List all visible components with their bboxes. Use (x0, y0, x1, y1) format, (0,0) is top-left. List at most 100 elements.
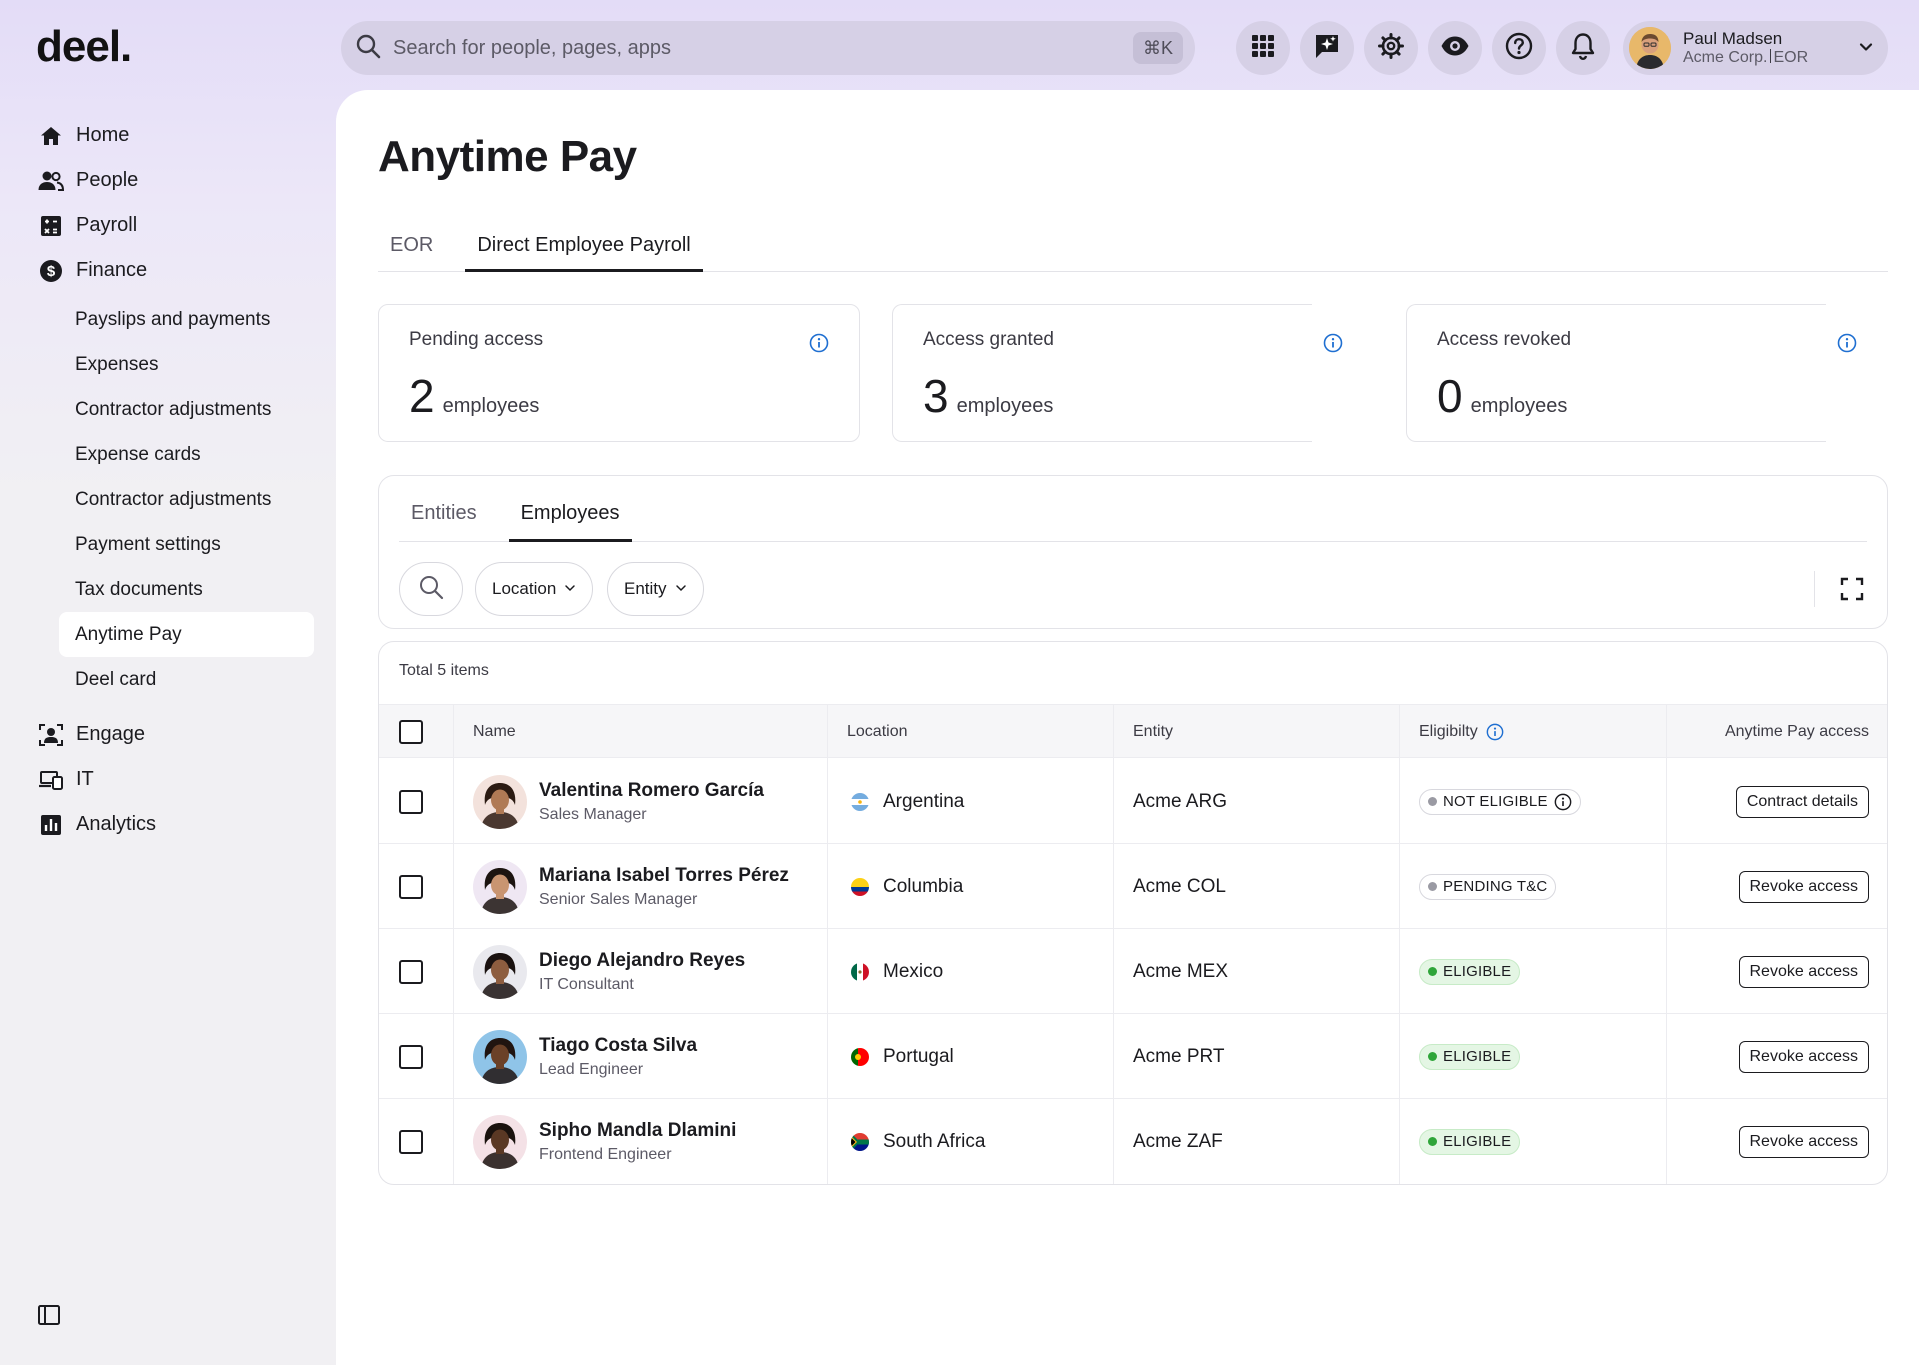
row-checkbox[interactable] (399, 1044, 423, 1069)
sidebar-sub-expenses[interactable]: Expenses (0, 342, 336, 387)
sidebar-item-label: Home (76, 124, 130, 146)
sidebar-item-label: Payroll (76, 214, 138, 236)
table-search-button[interactable] (399, 562, 463, 616)
status-badge: NOT ELIGIBLE (1419, 788, 1581, 815)
sidebar-sub-tax-documents[interactable]: Tax documents (0, 567, 336, 612)
bell-icon (1570, 32, 1596, 65)
preview-button[interactable] (1428, 21, 1482, 75)
location-filter[interactable]: Location (475, 562, 594, 616)
row-checkbox[interactable] (399, 959, 423, 984)
info-icon[interactable] (1486, 723, 1504, 741)
tab-eor[interactable]: EOR (378, 230, 445, 272)
revoke-access-button[interactable]: Revoke access (1738, 1126, 1869, 1158)
column-header-access[interactable]: Anytime Pay access (1725, 705, 1869, 759)
sidebar-sub-contractor-adjustments-2[interactable]: Contractor adjustments (0, 477, 336, 522)
location-cell: Portugal (851, 1014, 954, 1099)
employee-cell[interactable]: Sipho Mandla Dlamini Frontend Engineer (473, 1099, 736, 1184)
fullscreen-icon[interactable] (1839, 576, 1865, 602)
account-text: Paul Madsen Acme Corp. EOR (1683, 29, 1808, 67)
column-header-entity[interactable]: Entity (1133, 705, 1173, 759)
sidebar-sub-payment-settings[interactable]: Payment settings (0, 522, 336, 567)
table-row[interactable]: Diego Alejandro Reyes IT Consultant Mexi… (379, 929, 1887, 1014)
sidebar-item-analytics[interactable]: Analytics (0, 802, 336, 847)
row-checkbox[interactable] (399, 1129, 423, 1154)
avatar (473, 1029, 527, 1084)
employee-name[interactable]: Mariana Isabel Torres Pérez (539, 865, 789, 887)
location-cell: Columbia (851, 844, 963, 929)
sidebar-item-engage[interactable]: Engage (0, 712, 336, 757)
account-menu[interactable]: Paul Madsen Acme Corp. EOR (1623, 21, 1888, 75)
employee-role: IT Consultant (539, 975, 634, 993)
help-button[interactable] (1492, 21, 1546, 75)
stat-card-granted: Access granted 3 employees (892, 304, 1343, 442)
column-header-location[interactable]: Location (847, 705, 908, 759)
sidebar-item-home[interactable]: Home (0, 113, 336, 158)
page-title: Anytime Pay (378, 132, 637, 181)
info-icon[interactable] (1323, 333, 1343, 358)
people-icon (38, 168, 64, 194)
location-text: Columbia (883, 875, 964, 897)
employee-role: Lead Engineer (539, 1060, 644, 1078)
global-search-input[interactable]: Search for people, pages, apps ⌘K (341, 21, 1195, 75)
contract-details-button[interactable]: Contract details (1735, 786, 1869, 818)
sidebar-item-finance[interactable]: $ Finance (0, 248, 336, 293)
column-header-name[interactable]: Name (473, 705, 516, 759)
employee-name[interactable]: Diego Alejandro Reyes (539, 950, 745, 972)
apps-grid-button[interactable] (1236, 21, 1290, 75)
country-flag-icon (851, 1132, 869, 1151)
sidebar-sub-deel-card[interactable]: Deel card (0, 657, 336, 702)
employee-cell[interactable]: Tiago Costa Silva Lead Engineer (473, 1014, 697, 1099)
table-row[interactable]: Valentina Romero García Sales Manager Ar… (379, 759, 1887, 844)
user-org: Acme Corp. EOR (1683, 48, 1808, 67)
notifications-button[interactable] (1556, 21, 1610, 75)
location-text: Argentina (883, 790, 965, 812)
tab-entities[interactable]: Entities (399, 498, 489, 542)
info-icon[interactable] (1554, 793, 1572, 811)
status-badge: ELIGIBLE (1419, 1128, 1521, 1155)
employee-name[interactable]: Tiago Costa Silva (539, 1035, 697, 1057)
column-header-eligibility[interactable]: Eligibilty (1419, 705, 1504, 759)
employee-name[interactable]: Sipho Mandla Dlamini (539, 1120, 736, 1142)
info-icon[interactable] (809, 333, 829, 358)
table-row[interactable]: Mariana Isabel Torres Pérez Senior Sales… (379, 844, 1887, 929)
revoke-access-button[interactable]: Revoke access (1738, 871, 1869, 903)
filter-panel: Entities Employees Location Entity (378, 475, 1888, 629)
entity-cell: Acme MEX (1133, 929, 1228, 1014)
ai-chat-button[interactable] (1300, 21, 1354, 75)
sidebar-sub-payslips[interactable]: Payslips and payments (0, 297, 336, 342)
settings-button[interactable] (1364, 21, 1418, 75)
sidebar-item-payroll[interactable]: Payroll (0, 203, 336, 248)
tab-direct-employee-payroll[interactable]: Direct Employee Payroll (465, 230, 703, 272)
select-all-checkbox[interactable] (399, 720, 423, 744)
info-icon[interactable] (1837, 333, 1857, 358)
revoke-access-button[interactable]: Revoke access (1738, 956, 1869, 988)
entity-filter[interactable]: Entity (607, 562, 704, 616)
sidebar-sub-contractor-adjustments[interactable]: Contractor adjustments (0, 387, 336, 432)
sidebar-item-it[interactable]: IT (0, 757, 336, 802)
sidebar-collapse-icon[interactable] (38, 1305, 60, 1325)
stat-label: Access revoked (1437, 329, 1572, 350)
entity-cell: Acme ARG (1133, 759, 1227, 844)
sidebar-sub-anytime-pay[interactable]: Anytime Pay (59, 612, 314, 657)
tab-employees[interactable]: Employees (508, 498, 632, 542)
eligibility-header-label: Eligibilty (1419, 723, 1478, 740)
sidebar-item-label: Finance (76, 259, 148, 281)
sidebar-item-label: Analytics (76, 813, 157, 835)
location-text: Mexico (883, 960, 944, 982)
employee-cell[interactable]: Mariana Isabel Torres Pérez Senior Sales… (473, 844, 789, 929)
country-flag-icon (851, 962, 869, 981)
status-dot (1428, 1137, 1437, 1146)
sidebar-item-people[interactable]: People (0, 158, 336, 203)
revoke-access-button[interactable]: Revoke access (1738, 1041, 1869, 1073)
table-row[interactable]: Sipho Mandla Dlamini Frontend Engineer S… (379, 1099, 1887, 1184)
stat-value: 0 (1437, 370, 1463, 422)
sidebar-sub-expense-cards[interactable]: Expense cards (0, 432, 336, 477)
deel-logo[interactable]: deel. (36, 22, 132, 72)
table-row[interactable]: Tiago Costa Silva Lead Engineer Portugal… (379, 1014, 1887, 1099)
row-checkbox[interactable] (399, 874, 423, 899)
employee-name[interactable]: Valentina Romero García (539, 780, 764, 802)
employee-cell[interactable]: Diego Alejandro Reyes IT Consultant (473, 929, 745, 1014)
employee-cell[interactable]: Valentina Romero García Sales Manager (473, 759, 764, 844)
row-checkbox[interactable] (399, 789, 423, 814)
table-header: Name Location Entity Eligibilty Anytime … (379, 704, 1887, 759)
